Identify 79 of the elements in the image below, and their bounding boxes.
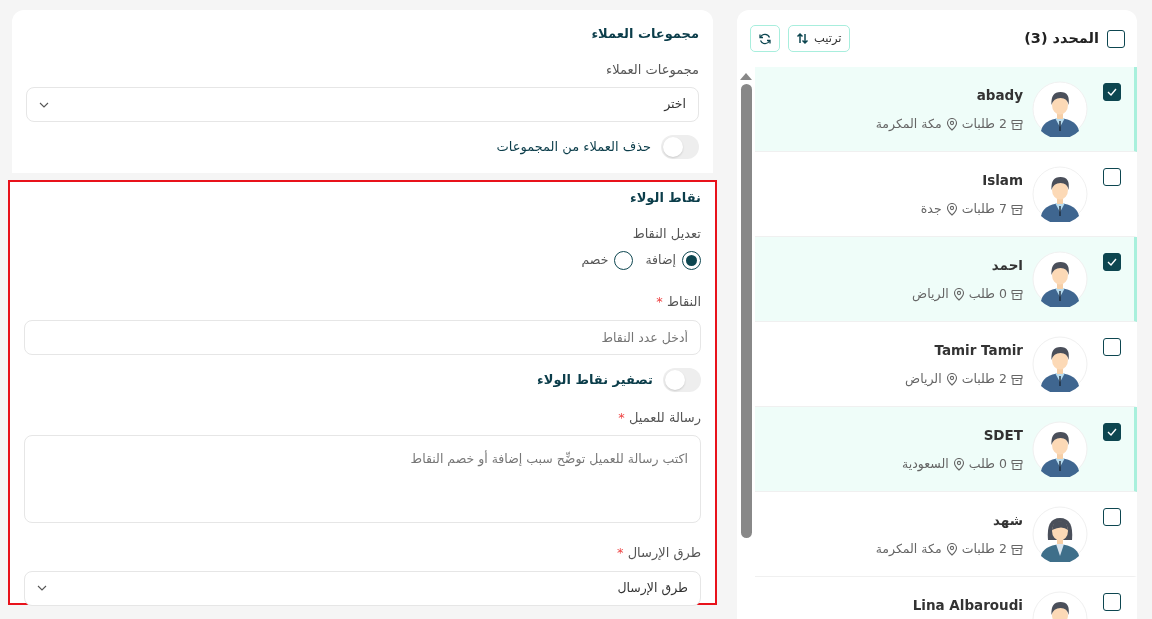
scroll-up-icon[interactable] <box>740 72 752 80</box>
customer-name: شهد <box>992 511 1023 530</box>
toggle-label: تصفير نقاط الولاء <box>537 370 653 389</box>
avatar <box>1032 251 1088 307</box>
row-checkbox[interactable] <box>1103 423 1121 441</box>
customer-location: مكة المكرمة <box>875 540 942 559</box>
customer-name: SDET <box>982 426 1023 445</box>
row-checkbox[interactable] <box>1103 168 1121 186</box>
customer-name: احمد <box>990 256 1023 275</box>
location-pin-icon <box>945 543 958 557</box>
row-checkbox[interactable] <box>1103 593 1121 611</box>
avatar <box>1032 81 1088 137</box>
customer-row[interactable]: احمد 0 طلب الرياض <box>755 237 1137 322</box>
field-label: تعديل النقاط <box>631 224 701 243</box>
customer-location: مكة المكرمة <box>875 115 942 134</box>
order-count: 2 طلبات <box>961 370 1007 389</box>
points-input[interactable]: أدخل عدد النقاط <box>24 319 701 355</box>
customer-name: Tamir Tamir <box>933 341 1023 360</box>
archive-icon <box>1011 203 1023 216</box>
row-checkbox[interactable] <box>1103 508 1121 526</box>
check-icon <box>1107 428 1117 436</box>
archive-icon <box>1011 118 1023 131</box>
select-field[interactable]: اختر <box>26 87 699 122</box>
order-count: 7 طلبات <box>961 200 1007 219</box>
chevron-down-icon <box>39 101 49 108</box>
location-pin-icon <box>945 203 958 217</box>
sort-button[interactable]: ترتيب <box>788 25 850 52</box>
check-icon <box>1107 258 1117 266</box>
customer-name: Islam <box>981 171 1023 190</box>
row-checkbox[interactable] <box>1103 338 1121 356</box>
order-count: 2 طلبات <box>961 115 1007 134</box>
select-field[interactable]: طرق الإرسال <box>24 570 701 606</box>
row-checkbox[interactable] <box>1103 83 1121 101</box>
customer-location: الرياض <box>912 285 949 304</box>
refresh-button[interactable] <box>750 25 780 52</box>
selected-count: المحدد (3) <box>1024 28 1099 48</box>
row-checkbox[interactable] <box>1103 253 1121 271</box>
customer-row[interactable]: شهد 2 طلبات مكة المكرمة <box>755 492 1137 577</box>
archive-icon <box>1011 458 1023 471</box>
required-mark: * <box>618 409 625 425</box>
archive-icon <box>1011 373 1023 386</box>
toggle-switch[interactable] <box>661 135 699 159</box>
customer-location: السعودية <box>902 455 949 474</box>
section-title: مجموعات العملاء <box>590 25 699 43</box>
customer-name: Lina Albaroudi <box>912 596 1023 615</box>
customer-name: abady <box>975 86 1023 105</box>
required-mark: * <box>617 545 624 560</box>
archive-icon <box>1011 543 1023 556</box>
check-icon <box>1107 88 1117 96</box>
chevron-down-icon <box>37 585 47 591</box>
toggle-switch[interactable] <box>663 367 701 392</box>
location-pin-icon <box>945 373 958 387</box>
location-pin-icon <box>945 118 958 132</box>
sort-icon <box>796 32 809 45</box>
archive-icon <box>1011 288 1023 301</box>
message-textarea[interactable]: اكتب رسالة للعميل توضِّح سبب إضافة أو خصم النقاط <box>24 435 701 523</box>
field-label: مجموعات العملاء <box>605 60 699 79</box>
toggle-label: حذف العملاء من المجموعات <box>496 138 651 157</box>
field-label: طرق الإرسال <box>627 545 701 560</box>
order-count: 2 طلبات <box>961 540 1007 559</box>
field-label: النقاط <box>666 294 701 309</box>
radio-label[interactable]: إضافة <box>645 251 676 270</box>
order-count: 0 طلب <box>968 285 1007 304</box>
avatar <box>1032 506 1088 562</box>
select-all-checkbox[interactable] <box>1107 29 1125 48</box>
customer-location: جدة <box>920 200 942 219</box>
radio-label[interactable]: خصم <box>581 251 609 270</box>
required-mark: * <box>656 294 663 309</box>
avatar <box>1032 421 1088 477</box>
avatar <box>1032 166 1088 222</box>
location-pin-icon <box>952 458 965 472</box>
refresh-icon <box>758 31 772 46</box>
location-pin-icon <box>952 288 965 302</box>
order-count: 0 طلب <box>968 455 1007 474</box>
section-title: نقاط الولاء <box>629 189 701 207</box>
customer-row[interactable]: Lina Albaroudi <box>755 577 1137 619</box>
field-label: رسالة للعميل <box>629 409 701 425</box>
avatar <box>1032 336 1088 392</box>
customer-location: الرياض <box>905 370 942 389</box>
